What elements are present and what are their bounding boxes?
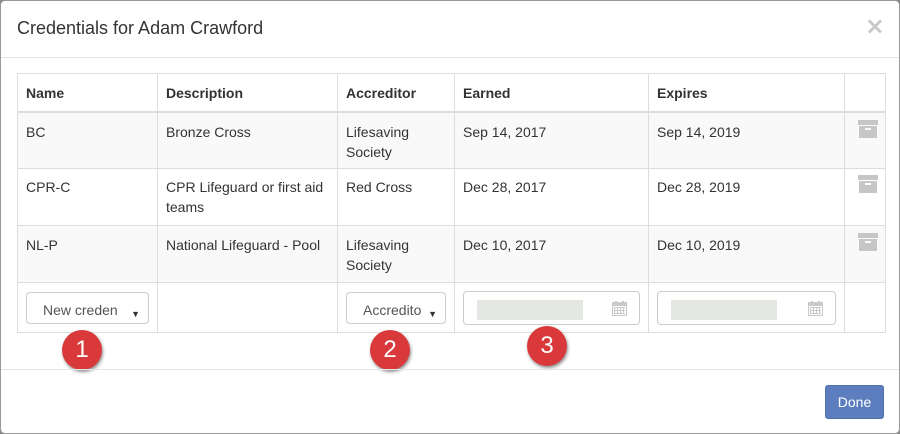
cell-new-expires: [648, 282, 845, 333]
dialog-footer: Done: [1, 369, 899, 433]
archive-icon[interactable]: [858, 233, 878, 251]
cell-name: CPR-C: [17, 168, 158, 226]
cell-earned: Sep 14, 2017: [454, 111, 649, 169]
credentials-dialog: Credentials for Adam Crawford × Name Des…: [0, 0, 900, 434]
column-header-actions: [844, 73, 886, 113]
cell-expires: Dec 28, 2019: [648, 168, 845, 226]
calendar-icon[interactable]: [612, 300, 627, 316]
close-icon[interactable]: ×: [865, 13, 885, 39]
archive-icon[interactable]: [858, 119, 878, 138]
credential-select-value: New creden: [43, 301, 118, 318]
cell-earned: Dec 28, 2017: [454, 168, 649, 226]
cell-earned: Dec 10, 2017: [454, 225, 649, 283]
cell-actions: [844, 111, 886, 169]
caret-down-icon: ▼: [131, 308, 140, 319]
cell-new-description: [157, 282, 338, 333]
cell-accreditor: Lifesaving Society: [337, 111, 455, 169]
cell-description: Bronze Cross: [157, 111, 338, 169]
accreditor-select[interactable]: Accredito ▼: [346, 291, 446, 324]
table-row: BC Bronze Cross Lifesaving Society Sep 1…: [17, 111, 886, 169]
cell-new-actions: [844, 282, 886, 333]
table-header-row: Name Description Accreditor Earned Expir…: [17, 73, 886, 113]
callout-badge-3: 3: [527, 326, 567, 366]
calendar-icon[interactable]: [808, 300, 823, 316]
cell-new-name: New creden ▼: [17, 282, 158, 333]
dialog-title: Credentials for Adam Crawford: [17, 18, 264, 38]
cell-actions: [844, 168, 886, 226]
cell-expires: Dec 10, 2019: [648, 225, 845, 283]
column-header-description: Description: [157, 73, 338, 113]
table-row: NL-P National Lifeguard - Pool Lifesavin…: [17, 225, 886, 283]
column-header-name: Name: [17, 73, 158, 113]
cell-description: CPR Lifeguard or first aid teams: [157, 168, 338, 226]
cell-description: National Lifeguard - Pool: [157, 225, 338, 283]
column-header-earned: Earned: [454, 73, 649, 113]
callout-badge-2: 2: [370, 330, 410, 370]
cell-name: NL-P: [17, 225, 158, 283]
column-header-accreditor: Accreditor: [337, 73, 455, 113]
cell-new-accreditor: Accredito ▼: [337, 282, 455, 333]
cell-accreditor: Red Cross: [337, 168, 455, 226]
callout-badge-1: 1: [62, 330, 102, 370]
archive-icon[interactable]: [858, 175, 878, 193]
caret-down-icon: ▼: [428, 308, 437, 319]
dialog-header: Credentials for Adam Crawford ×: [1, 1, 899, 58]
credentials-table-container: Name Description Accreditor Earned Expir…: [17, 73, 886, 334]
table-row: CPR-C CPR Lifeguard or first aid teams R…: [17, 168, 886, 226]
new-credential-row: New creden ▼ Accredito ▼: [17, 282, 886, 333]
earned-date-input[interactable]: [463, 290, 640, 325]
cell-accreditor: Lifesaving Society: [337, 225, 455, 283]
expires-date-input[interactable]: [657, 290, 836, 325]
cell-actions: [844, 225, 886, 283]
done-button[interactable]: Done: [825, 385, 884, 419]
credential-select[interactable]: New creden ▼: [26, 291, 149, 324]
column-header-expires: Expires: [648, 73, 845, 113]
cell-expires: Sep 14, 2019: [648, 111, 845, 169]
credentials-table: Name Description Accreditor Earned Expir…: [17, 73, 886, 333]
cell-new-earned: [454, 282, 649, 333]
cell-name: BC: [17, 111, 158, 169]
accreditor-select-value: Accredito: [363, 301, 422, 318]
